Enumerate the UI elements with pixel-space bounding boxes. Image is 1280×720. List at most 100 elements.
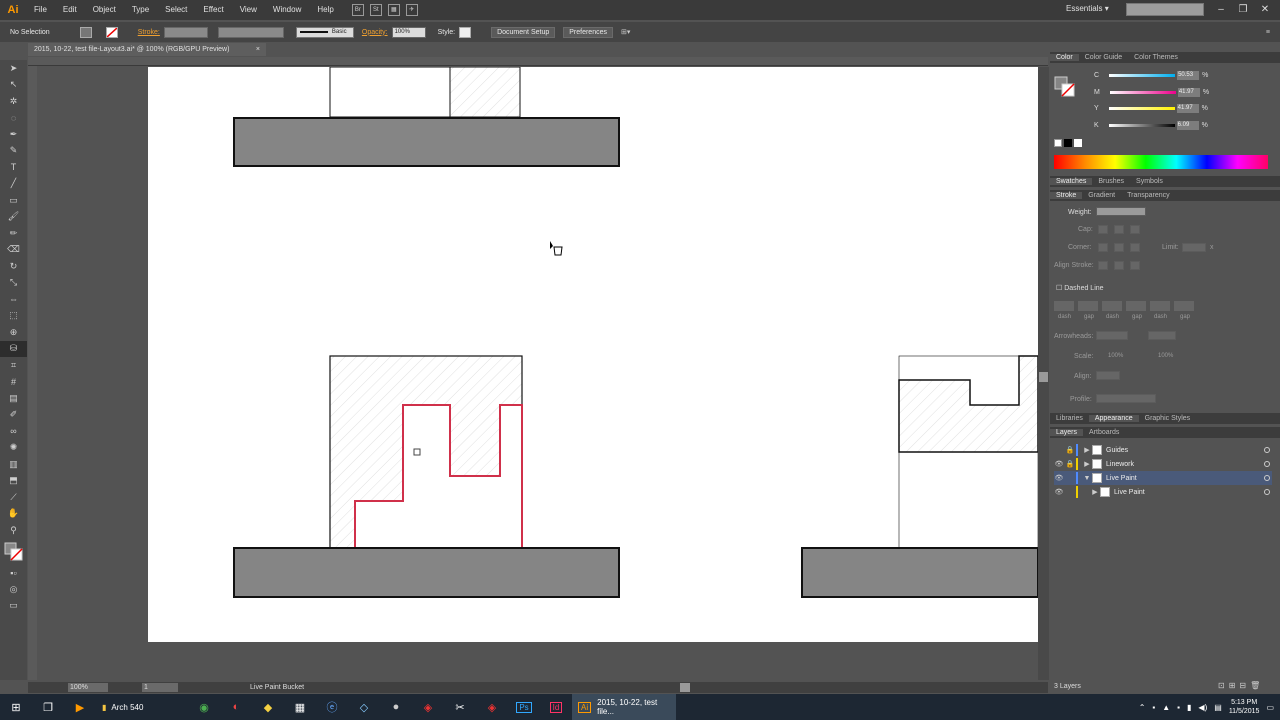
menu-object[interactable]: Object <box>85 0 124 20</box>
top-hatched-region[interactable] <box>449 67 521 118</box>
task-view-icon[interactable]: ❐ <box>32 694 64 720</box>
start-arrowhead-select[interactable] <box>1096 331 1128 340</box>
clock[interactable]: 5:13 PM 11/5/2015 <box>1229 698 1260 716</box>
sticky-notes-icon[interactable]: ◆ <box>252 694 284 720</box>
horizontal-ruler[interactable] <box>28 57 1048 66</box>
tab-layers[interactable]: Layers <box>1050 429 1084 436</box>
width-tool-icon[interactable]: ⇔ <box>0 291 27 308</box>
eyedropper-icon[interactable]: ✐ <box>0 407 27 424</box>
stroke-weight-field[interactable] <box>163 26 208 38</box>
indesign-icon[interactable]: Id <box>540 694 572 720</box>
taskbar-illustrator[interactable]: Ai 2015, 10-22, test file... <box>572 694 676 720</box>
dash-field-1[interactable] <box>1054 301 1074 311</box>
cyan-slider[interactable]: C 50.53% <box>1094 71 1208 80</box>
arrange-documents-icon[interactable]: ▦ <box>387 4 400 16</box>
tab-swatches[interactable]: Swatches <box>1050 178 1093 185</box>
tab-appearance[interactable]: Appearance <box>1088 415 1139 422</box>
network-icon[interactable]: ▮ <box>1187 703 1191 712</box>
fill-swatch[interactable] <box>79 26 92 38</box>
workspace-switcher[interactable]: Essentials ▾ <box>1066 4 1109 13</box>
start-scale-value[interactable]: 100% <box>1108 353 1123 359</box>
arrow-align-buttons[interactable] <box>1096 371 1120 380</box>
zoom-level-field[interactable]: 100% <box>68 683 108 692</box>
expand-arrow-icon[interactable]: ▶ <box>1082 460 1092 468</box>
scale-icon[interactable]: ⤡ <box>0 275 27 292</box>
opacity-label[interactable]: Opacity: <box>362 29 388 36</box>
type-tool-icon[interactable]: T <box>0 159 27 176</box>
windows-start-icon[interactable]: ⊞ <box>0 694 32 720</box>
maximize-icon[interactable]: ❐ <box>1232 0 1254 20</box>
media-player-icon[interactable]: ▶ <box>64 694 96 720</box>
hand-tool-icon[interactable]: ✋ <box>0 506 27 523</box>
right-slab[interactable] <box>801 547 1038 598</box>
eye-icon[interactable]: 👁 <box>1054 474 1064 482</box>
preferences-button[interactable]: Preferences <box>563 26 613 38</box>
screen-mode-icon[interactable]: ▭ <box>0 598 27 615</box>
artboard-tool-icon[interactable]: ⬒ <box>0 473 27 490</box>
slice-icon[interactable]: ⟋ <box>0 489 27 506</box>
end-scale-value[interactable]: 100% <box>1158 353 1173 359</box>
tab-graphic-styles[interactable]: Graphic Styles <box>1139 415 1197 422</box>
tab-color-guide[interactable]: Color Guide <box>1079 54 1128 61</box>
weight-field[interactable] <box>1096 207 1146 216</box>
tab-libraries[interactable]: Libraries <box>1050 415 1089 422</box>
direct-selection-tool-icon[interactable]: ↖ <box>0 77 27 94</box>
white-swatch[interactable] <box>1074 139 1082 147</box>
pencil-icon[interactable]: ✏ <box>0 225 27 242</box>
bridge-button[interactable]: Br <box>351 4 364 16</box>
gradient-icon[interactable]: ▤ <box>0 390 27 407</box>
artboard-number-field[interactable]: 1 <box>142 683 178 692</box>
butt-cap-button[interactable] <box>1098 225 1108 234</box>
chrome-icon[interactable]: ◉ <box>188 694 220 720</box>
target-icon[interactable] <box>1264 475 1270 481</box>
arrange-icon[interactable]: ⊞▾ <box>621 28 630 36</box>
align-outside-button[interactable] <box>1130 261 1140 270</box>
miter-limit-field[interactable] <box>1182 243 1206 252</box>
browser-icon[interactable]: ⓔ <box>316 694 348 720</box>
vertical-ruler[interactable] <box>28 66 37 680</box>
eraser-icon[interactable]: ⌫ <box>0 242 27 259</box>
top-slab[interactable] <box>233 117 620 167</box>
blend-icon[interactable]: ∞ <box>0 423 27 440</box>
mesh-icon[interactable]: # <box>0 374 27 391</box>
stroke-label[interactable]: Stroke: <box>138 29 160 36</box>
app-icon-1[interactable]: ◐ <box>220 694 252 720</box>
expand-arrow-icon[interactable]: ▶ <box>1082 446 1092 454</box>
tab-symbols[interactable]: Symbols <box>1130 178 1169 185</box>
eye-icon[interactable]: 👁 <box>1054 488 1064 496</box>
horizontal-scroll-thumb[interactable] <box>680 683 690 692</box>
end-arrowhead-select[interactable] <box>1148 331 1176 340</box>
pen-tool-icon[interactable]: ✒ <box>0 126 27 143</box>
line-tool-icon[interactable]: ╱ <box>0 176 27 193</box>
color-mode-icon[interactable]: ▪▫ <box>0 565 27 582</box>
black-slider[interactable]: K 6.09% <box>1094 121 1208 130</box>
dash-field-3[interactable] <box>1150 301 1170 311</box>
round-cap-button[interactable] <box>1114 225 1124 234</box>
gap-field-1[interactable] <box>1078 301 1098 311</box>
stock-button[interactable]: St <box>369 4 382 16</box>
close-icon[interactable]: ✕ <box>1254 0 1276 20</box>
calculator-icon[interactable]: ▦ <box>284 694 316 720</box>
target-icon[interactable] <box>1264 489 1270 495</box>
menu-file[interactable]: File <box>26 0 55 20</box>
layer-row-linework[interactable]: 👁 🔒 ▶ Linework <box>1054 457 1272 471</box>
stroke-swatch[interactable] <box>105 26 118 38</box>
app-icon-4[interactable]: ✂ <box>444 694 476 720</box>
layer-row-live-paint[interactable]: 👁 ▼ Live Paint <box>1054 471 1272 485</box>
menu-help[interactable]: Help <box>309 0 341 20</box>
rectangle-tool-icon[interactable]: ▭ <box>0 192 27 209</box>
collapse-arrow-icon[interactable]: ▼ <box>1082 475 1092 482</box>
black-swatch[interactable] <box>1064 139 1072 147</box>
symbol-sprayer-icon[interactable]: ✺ <box>0 440 27 457</box>
selection-tool-icon[interactable]: ➤ <box>0 60 27 77</box>
variable-width-profile[interactable] <box>217 26 284 38</box>
minimize-icon[interactable]: – <box>1210 0 1232 20</box>
profile-select[interactable] <box>1096 394 1156 403</box>
current-tool-status[interactable]: Live Paint Bucket <box>250 683 304 692</box>
target-icon[interactable] <box>1264 447 1270 453</box>
graph-icon[interactable]: ▥ <box>0 456 27 473</box>
yellow-slider[interactable]: Y 41.97% <box>1094 104 1208 113</box>
menu-edit[interactable]: Edit <box>55 0 85 20</box>
app-icon-2[interactable]: ◇ <box>348 694 380 720</box>
align-center-button[interactable] <box>1098 261 1108 270</box>
